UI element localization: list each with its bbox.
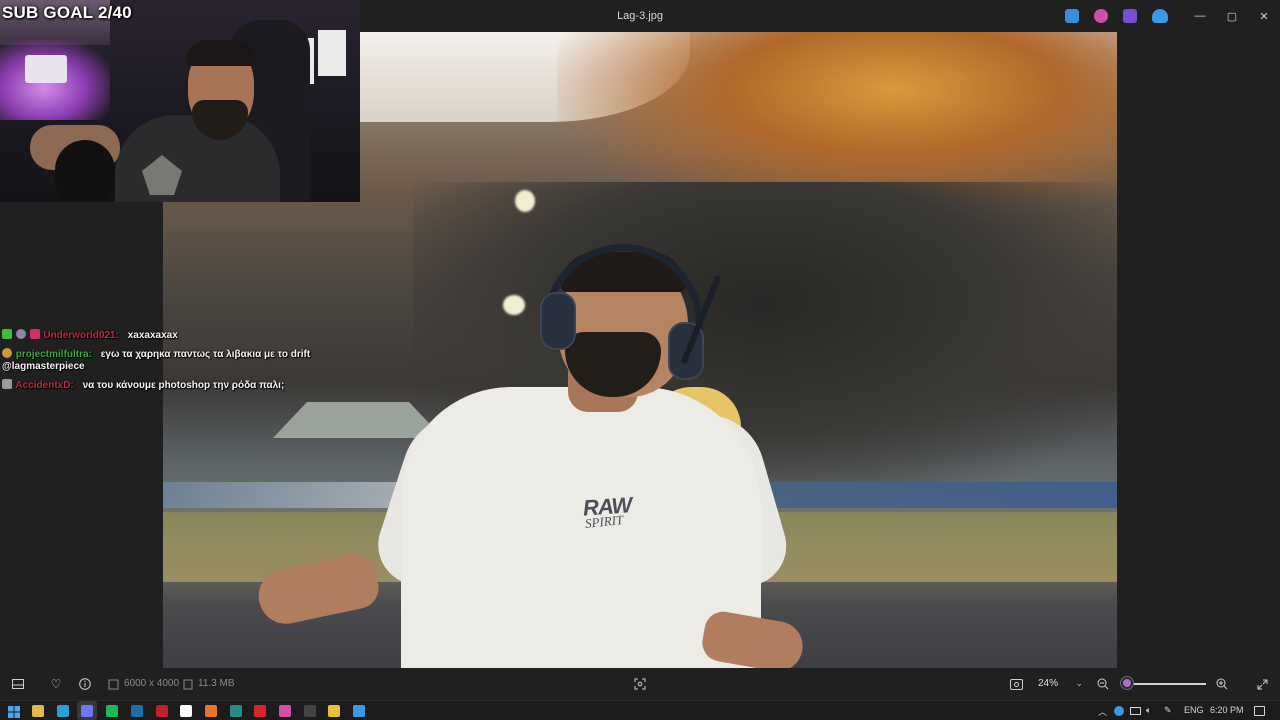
chat-badge-icon — [2, 329, 12, 339]
taskbar-discord-icon[interactable] — [77, 701, 98, 720]
chat-username: Underworld021: — [43, 330, 119, 341]
fit-to-window-icon[interactable] — [1008, 676, 1024, 692]
chat-text: εγω τα χαρηκα παντως τα λιβακια με το dr… — [100, 348, 311, 360]
file-size-icon — [180, 676, 196, 692]
headphones-left-cup — [540, 292, 576, 350]
zoom-in-icon[interactable] — [1214, 676, 1230, 692]
file-size: 11.3 MB — [198, 678, 235, 689]
visual-search-icon[interactable] — [632, 676, 648, 692]
onedrive-icon[interactable] — [1152, 9, 1168, 23]
chat-username: AccidentxD: — [15, 379, 74, 391]
tray-pen-icon[interactable]: ✎ — [1164, 705, 1172, 716]
webcam-monitor — [25, 55, 67, 83]
close-button[interactable]: ✕ — [1249, 6, 1279, 26]
photo-light — [503, 295, 525, 315]
zoom-out-icon[interactable] — [1095, 676, 1111, 692]
tray-language[interactable]: ENG — [1184, 705, 1204, 715]
chat-text: xaxaxaxax — [127, 330, 178, 341]
chat-badge-icon — [2, 378, 12, 389]
zoom-slider[interactable] — [1122, 683, 1206, 685]
start-windows-icon[interactable] — [8, 705, 20, 718]
filmstrip-icon[interactable] — [10, 676, 26, 692]
webcam-streamer-hair — [186, 40, 256, 66]
zoom-slider-thumb[interactable] — [1121, 677, 1134, 689]
taskbar-photos-icon[interactable] — [353, 705, 366, 717]
info-icon[interactable] — [77, 676, 93, 692]
taskbar-spotify-icon[interactable] — [106, 705, 119, 717]
chevron-down-icon: ⌄ — [1075, 678, 1083, 688]
image-dimensions: 6000 x 4000 — [124, 678, 180, 689]
chat-mention: @lagmasterpiece — [2, 361, 85, 372]
taskbar: ︿ 🔈︎ ✎ ENG 6:20 PM — [0, 700, 1280, 720]
edit-app-icon[interactable] — [1065, 9, 1079, 23]
notification-center-icon[interactable] — [1254, 706, 1265, 716]
tray-clock[interactable]: 6:20 PM — [1210, 705, 1244, 715]
screen: Lag-3.jpg — ▢ ✕ RAW SPIRIT SUB GOAL 2/40… — [0, 0, 1280, 720]
dimensions-icon — [105, 676, 121, 692]
tray-overflow-chevron-icon[interactable]: ︿ — [1098, 705, 1107, 718]
taskbar-app-red2-icon[interactable] — [254, 705, 267, 717]
photo-light — [515, 190, 535, 212]
minimize-button[interactable]: — — [1185, 6, 1215, 26]
webcam-overlay — [0, 0, 360, 202]
chat-message-continuation: @lagmasterpiece — [2, 359, 362, 375]
viewer-toolbar: ♡ 6000 x 4000 11.3 MB 24% ⌄ — [0, 668, 1280, 700]
sub-goal-label: SUB GOAL 2/40 — [2, 3, 132, 22]
taskbar-app-dark-icon[interactable] — [303, 705, 316, 717]
taskbar-steam-icon[interactable] — [130, 705, 143, 717]
tray-onedrive-icon[interactable] — [1114, 706, 1124, 716]
webcam-window — [318, 30, 346, 76]
taskbar-app-anchor-icon[interactable] — [180, 705, 193, 717]
taskbar-app-teal-icon[interactable] — [229, 705, 242, 717]
taskbar-app-red-icon[interactable] — [155, 705, 168, 717]
clipchamp-app-icon[interactable] — [1123, 9, 1137, 23]
chat-badge-icon — [2, 347, 12, 358]
webcam-microphone — [55, 140, 115, 202]
stream-chat: Underworld021: xaxaxaxax projectmilfultr… — [2, 328, 362, 393]
taskbar-app-orange-icon[interactable] — [204, 705, 217, 717]
chat-username: projectmilfultra: — [15, 348, 92, 360]
tray-battery-icon[interactable] — [1130, 707, 1141, 715]
taskbar-chrome-icon[interactable] — [328, 705, 341, 717]
tray-volume-icon[interactable]: 🔈︎ — [1146, 705, 1151, 716]
favorite-heart-icon[interactable]: ♡ — [48, 676, 64, 692]
taskbar-edge-icon[interactable] — [56, 705, 69, 717]
chat-message: Underworld021: xaxaxaxax — [2, 328, 362, 344]
maximize-button[interactable]: ▢ — [1217, 6, 1247, 26]
zoom-level-value: 24% — [1038, 678, 1059, 689]
designer-app-icon[interactable] — [1094, 9, 1108, 23]
taskbar-file-explorer-icon[interactable] — [32, 705, 44, 717]
taskbar-app-pink-icon[interactable] — [279, 705, 291, 717]
chat-badge-icon — [15, 329, 26, 339]
chat-message: AccidentxD: να του κάνουμε photoshop την… — [2, 378, 362, 394]
fullscreen-icon[interactable] — [1254, 676, 1270, 692]
photo-hand-right — [699, 608, 807, 668]
chat-badge-icon — [29, 329, 40, 339]
chat-text: να του κάνουμε photoshop την ρόδα παλι; — [82, 379, 285, 391]
zoom-level-dropdown[interactable]: 24% ⌄ — [1032, 674, 1087, 694]
